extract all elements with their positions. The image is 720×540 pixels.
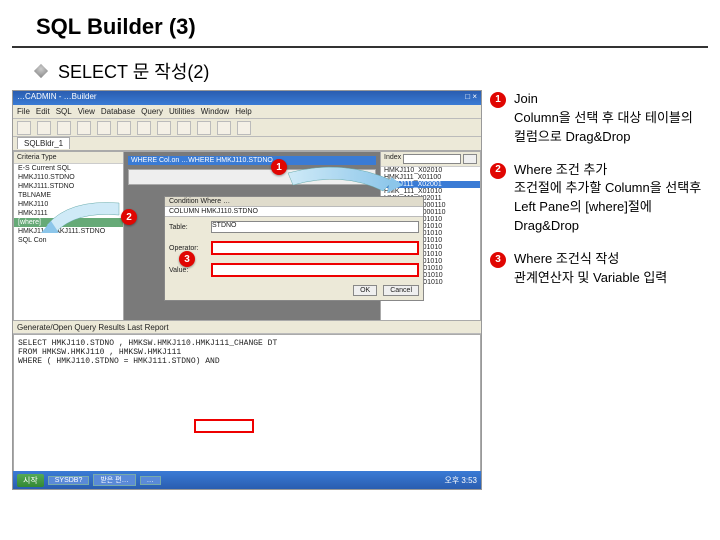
tree-node[interactable]: HMKJ111 xyxy=(14,209,123,218)
toolbar-icon[interactable] xyxy=(197,121,211,135)
taskbar-item[interactable]: … xyxy=(140,476,161,485)
taskbar-item[interactable]: 받은 편… xyxy=(93,474,135,486)
tree-node[interactable]: SQL Con xyxy=(14,236,123,245)
note-badge: 3 xyxy=(490,252,506,268)
toolbar-icon[interactable] xyxy=(157,121,171,135)
sql-editor[interactable]: SELECT HMKJ110.STDNO , HMKSW.HMKJ110.HMK… xyxy=(13,334,481,475)
cond-label-value: Value: xyxy=(169,267,207,274)
callout-marker-3: 3 xyxy=(179,251,195,267)
tree-node[interactable]: E-S Current SQL xyxy=(14,164,123,173)
start-button[interactable]: 시작 xyxy=(17,474,44,487)
column-list-header: Index xyxy=(381,152,480,167)
menu-item[interactable]: Window xyxy=(201,107,229,116)
menu-item[interactable]: View xyxy=(78,107,95,116)
toolbar-icon[interactable] xyxy=(137,121,151,135)
tree-node[interactable]: HMKJ110.STDNO xyxy=(14,173,123,182)
app-title-text: …CADMIN - …Builder xyxy=(17,92,97,104)
menu-item[interactable]: Help xyxy=(235,107,251,116)
note-text: Where 조건식 작성관계연산자 및 Variable 입력 xyxy=(514,250,708,288)
ok-button[interactable]: OK xyxy=(353,285,377,296)
cond-field-value[interactable] xyxy=(211,263,419,277)
callout-marker-2: 2 xyxy=(121,209,137,225)
taskbar-item[interactable]: SYSDB? xyxy=(48,476,90,485)
app-titlebar: …CADMIN - …Builder □ × xyxy=(13,91,481,105)
toolbar[interactable] xyxy=(13,119,481,137)
menu-item[interactable]: Query xyxy=(141,107,163,116)
cond-label-table: Table: xyxy=(169,224,207,231)
toolbar-icon[interactable] xyxy=(97,121,111,135)
note-item: 1 JoinColumn을 선택 후 대상 테이블의 컬럼으로 Drag&Dro… xyxy=(490,90,708,147)
condition-panel-title: Condition Where … xyxy=(165,197,423,207)
toolbar-icon[interactable] xyxy=(77,121,91,135)
cancel-button[interactable]: Cancel xyxy=(383,285,419,296)
where-bar[interactable] xyxy=(128,169,376,185)
sql-line: WHERE ( HMKJ110.STDNO = HMKJ111.STDNO) A… xyxy=(18,357,476,366)
cond-field-operator[interactable] xyxy=(211,241,419,255)
window-controls[interactable]: □ × xyxy=(465,92,477,104)
sql-toolbar: Generate/Open Query Results Last Report xyxy=(13,321,481,334)
slide-title: SQL Builder (3) xyxy=(12,0,708,48)
subtitle-text: SELECT 문 작성(2) xyxy=(58,58,209,84)
toolbar-icon[interactable] xyxy=(117,121,131,135)
toolbar-icon[interactable] xyxy=(177,121,191,135)
doc-tab[interactable]: SQLBldr_1 xyxy=(17,137,70,149)
note-item: 3 Where 조건식 작성관계연산자 및 Variable 입력 xyxy=(490,250,708,288)
tree-node[interactable]: HMKJ111.STDNO xyxy=(14,182,123,191)
criteria-tree-pane[interactable]: Criteria Type E-S Current SQL HMKJ110.ST… xyxy=(13,151,123,321)
column-list-item[interactable]: HMKJ110_X02010 xyxy=(381,167,480,174)
notes-column: 1 JoinColumn을 선택 후 대상 테이블의 컬럼으로 Drag&Dro… xyxy=(490,90,708,490)
toolbar-icon[interactable] xyxy=(17,121,31,135)
criteria-header: Criteria Type xyxy=(14,152,123,164)
go-button[interactable] xyxy=(463,154,477,164)
sql-line: SELECT HMKJ110.STDNO , HMKSW.HMKJ110.HMK… xyxy=(18,339,476,348)
tree-node-where[interactable]: [where] xyxy=(14,218,123,227)
note-badge: 2 xyxy=(490,163,506,179)
toolbar-icon[interactable] xyxy=(57,121,71,135)
cond-field-table[interactable]: STDNO xyxy=(211,221,419,233)
subtitle-row: SELECT 문 작성(2) xyxy=(0,48,720,90)
taskbar: 시작 SYSDB? 받은 편… … 오후 3:53 xyxy=(13,471,481,489)
app-screenshot: …CADMIN - …Builder □ × File Edit SQL Vie… xyxy=(12,90,482,490)
menu-item[interactable]: Edit xyxy=(36,107,50,116)
column-list-item[interactable]: HMK_111_X01010 xyxy=(381,188,480,195)
toolbar-icon[interactable] xyxy=(37,121,51,135)
doc-tabstrip[interactable]: SQLBldr_1 xyxy=(13,137,481,151)
toolbar-icon[interactable] xyxy=(217,121,231,135)
note-text: Where 조건 추가조건절에 추가할 Column을 선택후 Left Pan… xyxy=(514,161,708,236)
note-item: 2 Where 조건 추가조건절에 추가할 Column을 선택후 Left P… xyxy=(490,161,708,236)
tree-node[interactable]: TBLNAME xyxy=(14,191,123,200)
tree-node[interactable]: HMKJ110 xyxy=(14,200,123,209)
diagram-pane[interactable]: WHERE Col.on …WHERE HMKJ110.STDNO Condit… xyxy=(123,151,381,321)
highlight-box xyxy=(194,419,254,433)
tree-node[interactable]: HMKJ110.HAKJ111.STDNO xyxy=(14,227,123,236)
menu-item[interactable]: File xyxy=(17,107,30,116)
screenshot-column: …CADMIN - …Builder □ × File Edit SQL Vie… xyxy=(12,90,482,490)
index-combo[interactable] xyxy=(403,154,461,164)
note-badge: 1 xyxy=(490,92,506,108)
condition-panel: Condition Where … COLUMN HMKJ110.STDNO T… xyxy=(164,196,424,301)
menu-item[interactable]: Utilities xyxy=(169,107,195,116)
bullet-icon xyxy=(34,64,48,78)
sql-toolbar-text: Generate/Open Query Results Last Report xyxy=(17,323,169,332)
column-list-item[interactable]: HMKJ111_X01100 xyxy=(381,174,480,181)
condition-panel-subtitle: COLUMN HMKJ110.STDNO xyxy=(165,207,423,217)
callout-marker-1: 1 xyxy=(271,159,287,175)
diagram-title: WHERE Col.on …WHERE HMKJ110.STDNO xyxy=(128,156,376,165)
menubar[interactable]: File Edit SQL View Database Query Utilit… xyxy=(13,105,481,119)
note-text: JoinColumn을 선택 후 대상 테이블의 컬럼으로 Drag&Drop xyxy=(514,90,708,147)
sql-line: FROM HMKSW.HMKJ110 , HMKSW.HMKJ111 xyxy=(18,348,476,357)
menu-item[interactable]: Database xyxy=(101,107,135,116)
combo-label: Index xyxy=(384,154,401,164)
taskbar-clock: 오후 3:53 xyxy=(444,475,477,486)
column-list-item[interactable]: HMKJ111_X02001 xyxy=(381,181,480,188)
toolbar-icon[interactable] xyxy=(237,121,251,135)
menu-item[interactable]: SQL xyxy=(56,107,72,116)
